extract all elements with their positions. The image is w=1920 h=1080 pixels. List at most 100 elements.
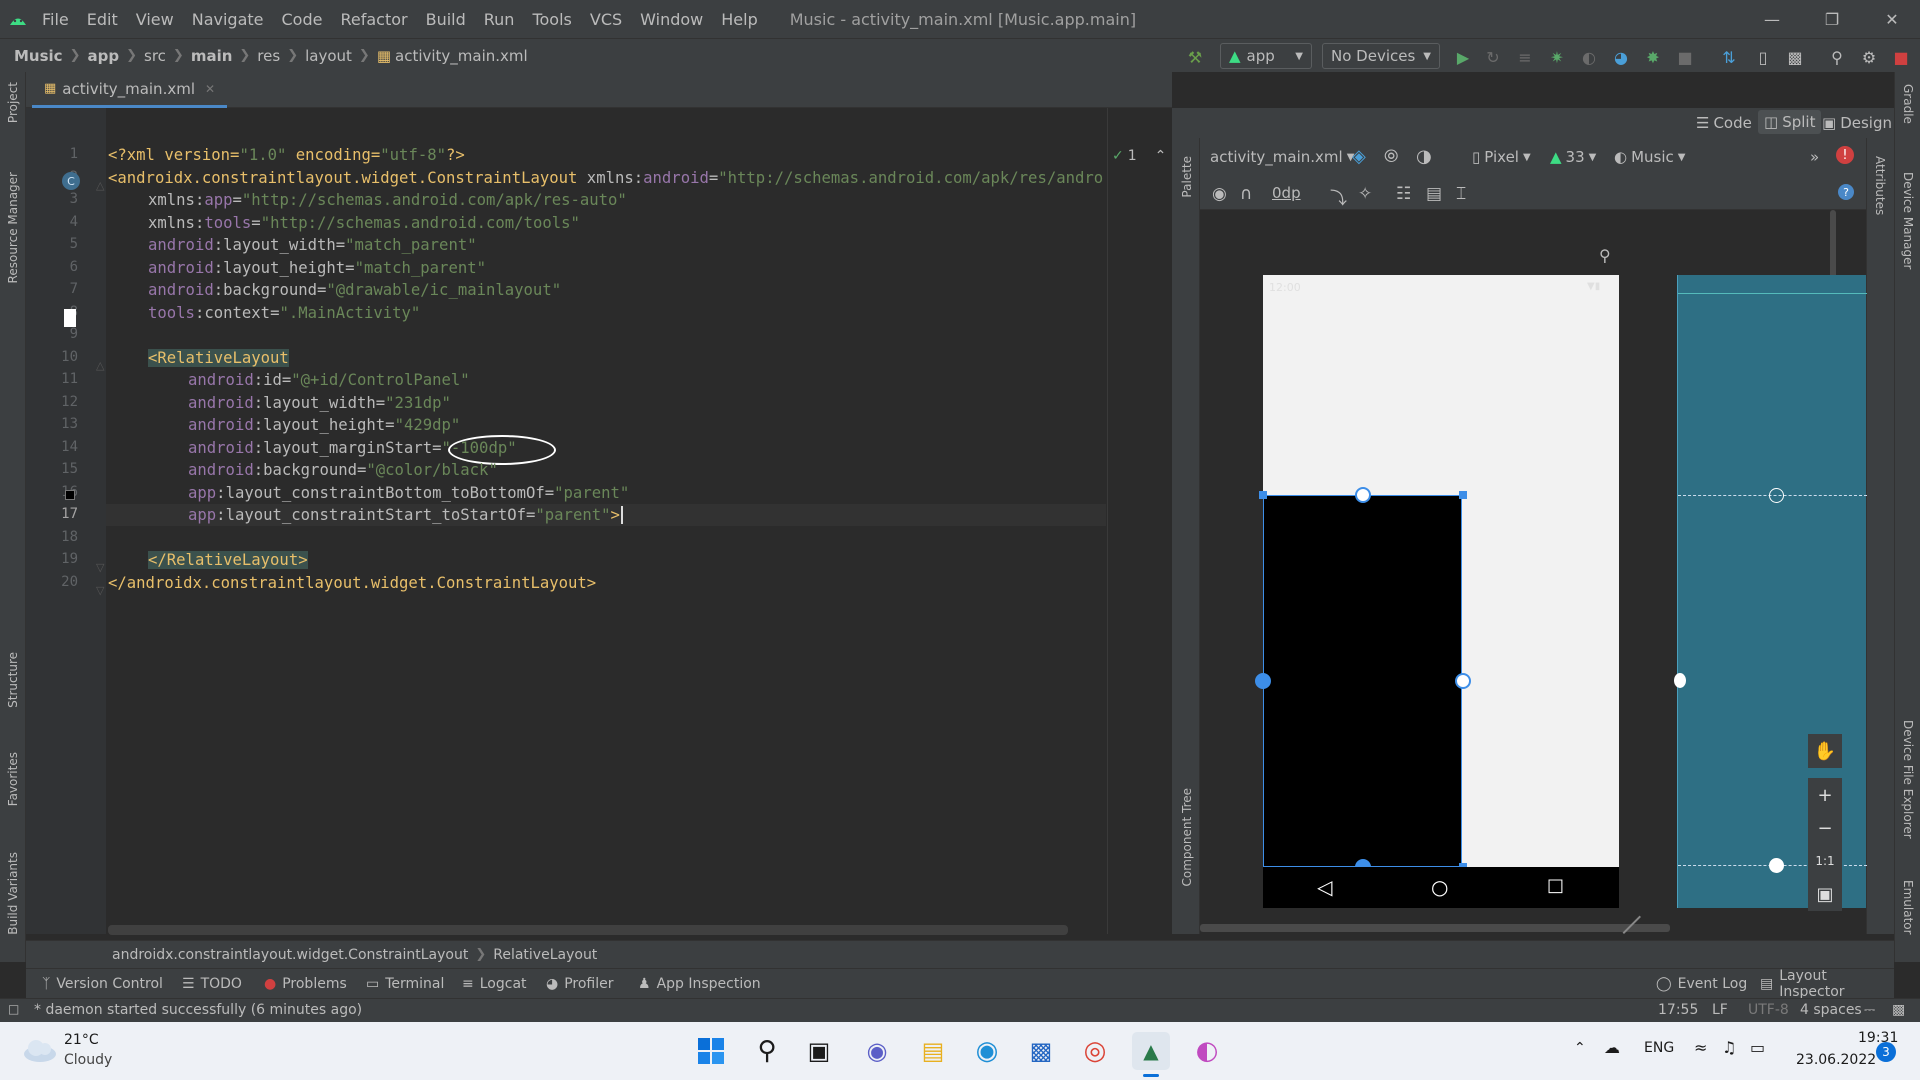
- code-mode-button[interactable]: ☰ Code: [1696, 114, 1752, 132]
- constraint-handle-right[interactable]: [1455, 673, 1471, 689]
- constraint-handle-top[interactable]: [1355, 487, 1371, 503]
- event-log-tab[interactable]: ◯ Event Log: [1656, 969, 1747, 999]
- layers-icon[interactable]: ◈: [1352, 146, 1366, 167]
- menu-tools[interactable]: Tools: [532, 10, 571, 29]
- file-dropdown[interactable]: activity_main.xml ▼: [1210, 148, 1354, 166]
- fold-icon[interactable]: △: [96, 359, 104, 372]
- sdk-manager-icon[interactable]: ▩: [1784, 46, 1806, 68]
- clock-date[interactable]: 23.06.2022: [1796, 1052, 1876, 1068]
- device-picker[interactable]: ▯ Pixel ▼: [1472, 148, 1531, 166]
- start-menu-icon[interactable]: [692, 1032, 730, 1070]
- tool-resource-manager[interactable]: Resource Manager: [6, 172, 20, 283]
- menu-edit[interactable]: Edit: [87, 10, 118, 29]
- close-window-button[interactable]: ✕: [1862, 0, 1920, 38]
- weather-cloud-icon[interactable]: [20, 1036, 60, 1064]
- menu-vcs[interactable]: VCS: [590, 10, 622, 29]
- infer-constraints-icon[interactable]: ✧: [1358, 184, 1372, 204]
- tool-favorites[interactable]: Favorites: [6, 752, 20, 806]
- problems-tab[interactable]: ● Problems: [264, 969, 347, 999]
- apply-changes-icon[interactable]: ≡: [1514, 46, 1536, 68]
- chevron-up-icon[interactable]: ⌃: [1155, 148, 1167, 164]
- breadcrumb-item[interactable]: main: [191, 47, 233, 65]
- resize-handle[interactable]: [1459, 491, 1467, 499]
- todo-tab[interactable]: ☰ TODO: [182, 969, 242, 999]
- terminal-tab[interactable]: ▭ Terminal: [366, 969, 444, 999]
- pan-tool-button[interactable]: ✋: [1808, 734, 1842, 768]
- tab-activity-main-xml[interactable]: ▦ activity_main.xml ✕: [32, 72, 228, 108]
- chevron-double-right-icon[interactable]: »: [1810, 148, 1819, 166]
- breadcrumb-item[interactable]: layout: [305, 47, 352, 65]
- blueprint-handle[interactable]: [1769, 858, 1784, 873]
- menu-view[interactable]: View: [136, 10, 174, 29]
- tool-structure[interactable]: Structure: [6, 652, 20, 708]
- xml-crumb-item[interactable]: RelativeLayout: [493, 947, 597, 963]
- align-icon[interactable]: ▤: [1426, 184, 1442, 204]
- breadcrumb-item[interactable]: res: [257, 47, 280, 65]
- tool-build-variants[interactable]: Build Variants: [6, 852, 20, 935]
- run-icon[interactable]: ▶: [1452, 46, 1474, 68]
- menu-build[interactable]: Build: [426, 10, 466, 29]
- caret-position[interactable]: 17:55: [1658, 1002, 1698, 1018]
- breadcrumb-item[interactable]: Music: [14, 47, 63, 65]
- toggle-tool-windows-icon[interactable]: □: [8, 1002, 19, 1016]
- sync-project-icon[interactable]: ⇅: [1718, 46, 1740, 68]
- chevron-up-tray-icon[interactable]: ⌃: [1574, 1040, 1586, 1056]
- menu-refactor[interactable]: Refactor: [340, 10, 407, 29]
- magnet-off-icon[interactable]: ∩: [1240, 184, 1252, 204]
- menu-file[interactable]: File: [42, 10, 69, 29]
- profile-icon[interactable]: ◕: [1610, 46, 1632, 68]
- minimize-button[interactable]: —: [1742, 0, 1802, 38]
- indent-setting[interactable]: 4 spaces: [1800, 1002, 1862, 1018]
- app-inspection-tab[interactable]: ♟ App Inspection: [638, 969, 761, 999]
- breadcrumb-item[interactable]: src: [144, 47, 166, 65]
- code-editor[interactable]: <?xml version="1.0" encoding="utf-8"?> <…: [106, 108, 1106, 934]
- android-studio-taskbar-icon[interactable]: ▲: [1132, 1032, 1170, 1070]
- night-mode-icon[interactable]: ◑: [1416, 146, 1432, 167]
- onedrive-cloud-icon[interactable]: ☁: [1604, 1038, 1620, 1057]
- menu-navigate[interactable]: Navigate: [192, 10, 264, 29]
- status-message[interactable]: * daemon started successfully (6 minutes…: [34, 1002, 362, 1018]
- zoom-fit-button[interactable]: ▣: [1808, 877, 1842, 911]
- run-config-dropdown[interactable]: ▲ app ▼: [1220, 43, 1312, 69]
- tool-device-manager[interactable]: Device Manager: [1901, 172, 1915, 269]
- search-icon[interactable]: ⚲: [748, 1032, 786, 1070]
- restore-button[interactable]: ❐: [1802, 0, 1862, 38]
- api-picker[interactable]: ▲ 33 ▼: [1550, 148, 1596, 166]
- relative-layout-control-panel[interactable]: [1263, 495, 1462, 867]
- attributes-tab[interactable]: Attributes: [1873, 156, 1887, 215]
- input-language[interactable]: ENG: [1644, 1040, 1674, 1056]
- design-mode-button[interactable]: ▣ Design: [1822, 114, 1892, 132]
- breadcrumb-item[interactable]: activity_main.xml: [395, 47, 528, 65]
- teams-chat-icon[interactable]: ◉: [858, 1032, 896, 1070]
- component-tree-tab[interactable]: Component Tree: [1180, 788, 1194, 886]
- eye-icon[interactable]: ◉: [1212, 184, 1227, 204]
- line-separator[interactable]: LF: [1712, 1002, 1728, 1018]
- menu-code[interactable]: Code: [282, 10, 323, 29]
- battery-icon[interactable]: ▭: [1750, 1038, 1765, 1057]
- account-avatar-icon[interactable]: ■: [1890, 46, 1912, 68]
- search-icon[interactable]: ⚲: [1826, 46, 1848, 68]
- hammer-icon[interactable]: ⚒: [1184, 46, 1206, 68]
- menu-help[interactable]: Help: [721, 10, 757, 29]
- paint-app-icon[interactable]: ◐: [1188, 1032, 1226, 1070]
- default-margin-field[interactable]: 0dp: [1272, 184, 1301, 202]
- attach-debugger-icon[interactable]: ✸: [1642, 46, 1664, 68]
- stop-icon[interactable]: ■: [1674, 46, 1696, 68]
- device-manager-icon[interactable]: ▯: [1752, 46, 1774, 68]
- edge-browser-icon[interactable]: ◉: [968, 1032, 1006, 1070]
- menu-window[interactable]: Window: [640, 10, 703, 29]
- orientation-icon[interactable]: ⦾: [1384, 146, 1398, 167]
- pack-icon[interactable]: ☷: [1396, 184, 1411, 204]
- tool-device-file-explorer[interactable]: Device File Explorer: [1901, 720, 1915, 839]
- zoom-out-button[interactable]: −: [1808, 811, 1842, 845]
- rerun-icon[interactable]: ↻: [1482, 46, 1504, 68]
- device-dropdown[interactable]: No Devices ▼: [1322, 43, 1440, 69]
- clear-constraints-icon[interactable]: ⤵: [1330, 184, 1347, 209]
- task-view-icon[interactable]: ▣: [800, 1032, 838, 1070]
- breadcrumb-item[interactable]: app: [87, 47, 119, 65]
- volume-icon[interactable]: ♫: [1722, 1038, 1736, 1057]
- file-explorer-icon[interactable]: ▤: [914, 1032, 952, 1070]
- tool-project[interactable]: Project: [6, 82, 20, 123]
- menu-run[interactable]: Run: [484, 10, 515, 29]
- settings-gear-icon[interactable]: ⚙: [1858, 46, 1880, 68]
